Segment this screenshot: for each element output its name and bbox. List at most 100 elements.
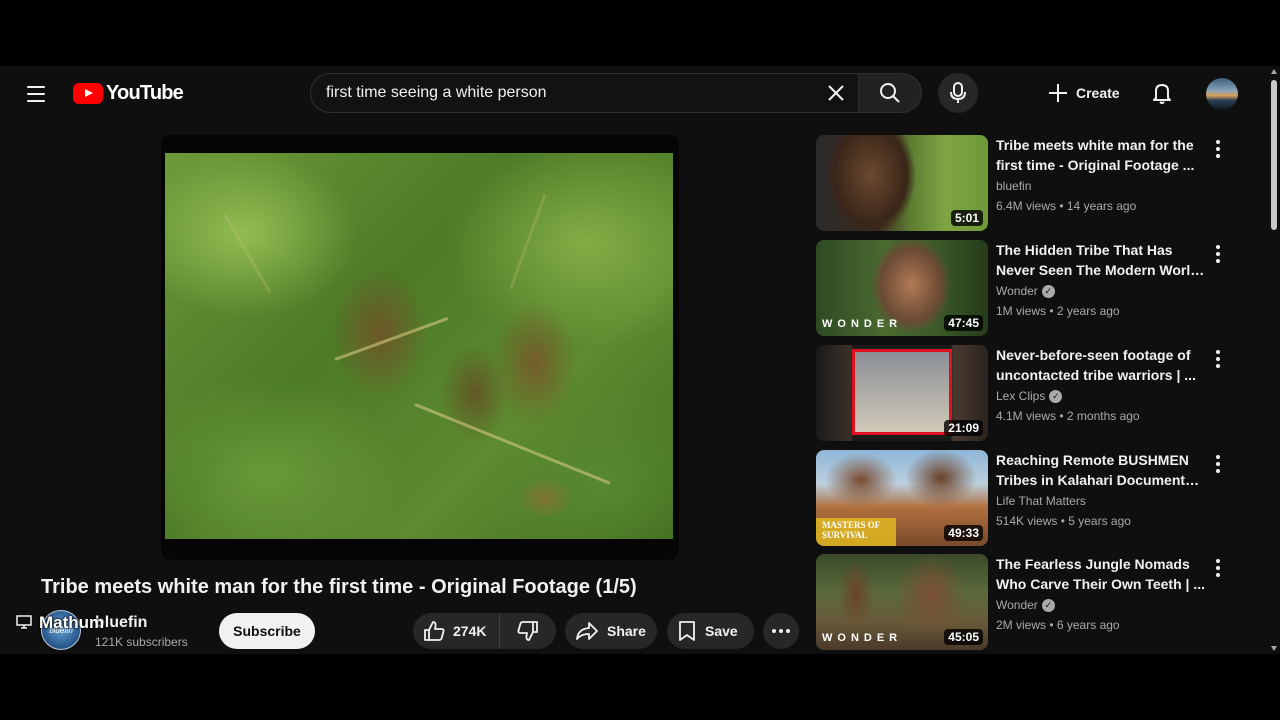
title-line: The Hidden Tribe That Has xyxy=(996,242,1173,258)
bookmark-icon xyxy=(679,621,695,641)
recommendation-channel[interactable]: Wonder ✓ xyxy=(996,284,1055,298)
search-button[interactable] xyxy=(858,73,922,113)
verified-icon: ✓ xyxy=(1041,284,1055,298)
channel-label: Life That Matters xyxy=(996,494,1086,508)
recommendation-meta: 514K views • 5 years ago xyxy=(996,514,1131,528)
title-line: uncontacted tribe warriors | ... xyxy=(996,367,1196,383)
cast-icon xyxy=(16,615,32,629)
recommendation-title: The Fearless Jungle Nomads Who Carve The… xyxy=(996,554,1206,594)
owner-row: bluefin bluefin 121K subscribers Mathum … xyxy=(0,606,800,654)
bell-icon xyxy=(1153,84,1171,104)
recommendation-title: Never-before-seen footage of uncontacted… xyxy=(996,345,1206,385)
video-thumbnail[interactable]: 21:09 xyxy=(816,345,988,441)
recommendation-meta: 4.1M views • 2 months ago xyxy=(996,409,1140,423)
like-button[interactable]: 274K xyxy=(413,613,500,649)
recommendation-item[interactable]: 5:01 Tribe meets white man for the first… xyxy=(816,135,1236,231)
plus-icon xyxy=(1049,84,1067,102)
title-line: The Fearless Jungle Nomads xyxy=(996,556,1190,572)
verified-icon: ✓ xyxy=(1049,389,1063,403)
more-horizontal-icon[interactable] xyxy=(763,613,799,649)
recommendation-item[interactable]: MASTERS OF SURVIVAL 49:33 Reaching Remot… xyxy=(816,450,1236,546)
page-scrollbar[interactable] xyxy=(1268,66,1280,654)
video-duration: 45:05 xyxy=(944,629,983,645)
create-label: Create xyxy=(1076,85,1120,101)
mic-icon xyxy=(950,82,966,103)
recommendation-title: The Hidden Tribe That Has Never Seen The… xyxy=(996,240,1206,280)
scroll-down-icon[interactable] xyxy=(1271,646,1277,651)
thumbnail-watermark: WONDER xyxy=(822,632,903,644)
video-duration: 21:09 xyxy=(944,420,983,436)
video-thumbnail[interactable]: MASTERS OF SURVIVAL 49:33 xyxy=(816,450,988,546)
video-player[interactable] xyxy=(161,135,679,560)
subscriber-count: 121K subscribers xyxy=(95,635,188,649)
scroll-up-icon[interactable] xyxy=(1271,69,1277,74)
account-avatar[interactable] xyxy=(1206,78,1238,110)
scroll-thumb[interactable] xyxy=(1271,80,1277,230)
video-frame xyxy=(165,153,673,539)
title-line: Reaching Remote BUSHMEN xyxy=(996,452,1189,468)
more-vertical-icon[interactable] xyxy=(1208,452,1228,476)
recommendation-meta: 2M views • 6 years ago xyxy=(996,618,1120,632)
save-label: Save xyxy=(705,623,738,639)
verified-icon: ✓ xyxy=(1041,598,1055,612)
recommendation-meta: 6.4M views • 14 years ago xyxy=(996,199,1137,213)
share-button[interactable]: Share xyxy=(565,613,657,649)
youtube-logo-icon xyxy=(73,83,103,104)
save-button[interactable]: Save xyxy=(667,613,754,649)
recommendation-title: Reaching Remote BUSHMEN Tribes in Kalaha… xyxy=(996,450,1206,490)
search-bar xyxy=(310,73,922,113)
title-line: Tribes in Kalahari Documentar... xyxy=(996,472,1206,488)
channel-label: Wonder xyxy=(996,284,1038,298)
voice-search-button[interactable] xyxy=(938,73,978,113)
masthead: YouTube Create xyxy=(0,66,1268,122)
video-thumbnail[interactable]: WONDER 45:05 xyxy=(816,554,988,650)
inset-image xyxy=(852,349,952,435)
video-duration: 47:45 xyxy=(944,315,983,331)
video-thumbnail[interactable]: 5:01 xyxy=(816,135,988,231)
share-icon xyxy=(576,622,598,640)
thumbs-up-icon xyxy=(424,621,445,641)
like-count: 274K xyxy=(453,623,487,639)
title-line: Never Seen The Modern World... xyxy=(996,262,1206,278)
recommendation-channel[interactable]: Wonder ✓ xyxy=(996,598,1055,612)
share-label: Share xyxy=(607,623,646,639)
recommendation-channel[interactable]: Life That Matters xyxy=(996,494,1086,508)
youtube-logo[interactable]: YouTube xyxy=(73,82,184,105)
search-box xyxy=(310,73,858,113)
search-icon xyxy=(880,83,900,103)
search-input[interactable] xyxy=(326,74,806,112)
logo-text: YouTube xyxy=(106,82,184,104)
video-duration: 49:33 xyxy=(944,525,983,541)
more-vertical-icon[interactable] xyxy=(1208,137,1228,161)
recommendation-channel[interactable]: bluefin xyxy=(996,179,1031,193)
video-duration: 5:01 xyxy=(950,210,983,226)
title-line: Who Carve Their Own Teeth | ... xyxy=(996,576,1206,592)
dislike-button[interactable] xyxy=(500,613,556,649)
recommendation-item[interactable]: 21:09 Never-before-seen footage of uncon… xyxy=(816,345,1236,441)
recommendation-item[interactable]: WONDER 47:45 The Hidden Tribe That Has N… xyxy=(816,240,1236,336)
recommendation-meta: 1M views • 2 years ago xyxy=(996,304,1120,318)
title-line: Tribe meets white man for the xyxy=(996,137,1194,153)
more-vertical-icon[interactable] xyxy=(1208,242,1228,266)
channel-label: Lex Clips xyxy=(996,389,1046,403)
thumbnail-watermark: WONDER xyxy=(822,318,903,330)
recommendation-channel[interactable]: Lex Clips ✓ xyxy=(996,389,1063,403)
overlay-name: Mathum xyxy=(39,613,105,632)
thumbs-down-icon xyxy=(517,621,538,641)
channel-label: Wonder xyxy=(996,598,1038,612)
create-button[interactable]: Create xyxy=(1038,73,1126,113)
recommendation-item[interactable]: WONDER 45:05 The Fearless Jungle Nomads … xyxy=(816,554,1236,650)
channel-label: bluefin xyxy=(996,179,1032,193)
menu-icon[interactable] xyxy=(20,78,52,110)
thumbnail-watermark: MASTERS OF SURVIVAL xyxy=(822,520,880,540)
title-line: first time - Original Footage ... xyxy=(996,157,1195,173)
subscribe-button[interactable]: Subscribe xyxy=(219,613,315,649)
title-line: Never-before-seen footage of xyxy=(996,347,1191,363)
youtube-watch-page: YouTube Create xyxy=(0,66,1280,654)
video-title: Tribe meets white man for the first time… xyxy=(41,576,637,598)
clear-icon[interactable] xyxy=(820,77,852,109)
video-thumbnail[interactable]: WONDER 47:45 xyxy=(816,240,988,336)
more-vertical-icon[interactable] xyxy=(1208,556,1228,580)
notifications-button[interactable] xyxy=(1142,73,1182,113)
more-vertical-icon[interactable] xyxy=(1208,347,1228,371)
